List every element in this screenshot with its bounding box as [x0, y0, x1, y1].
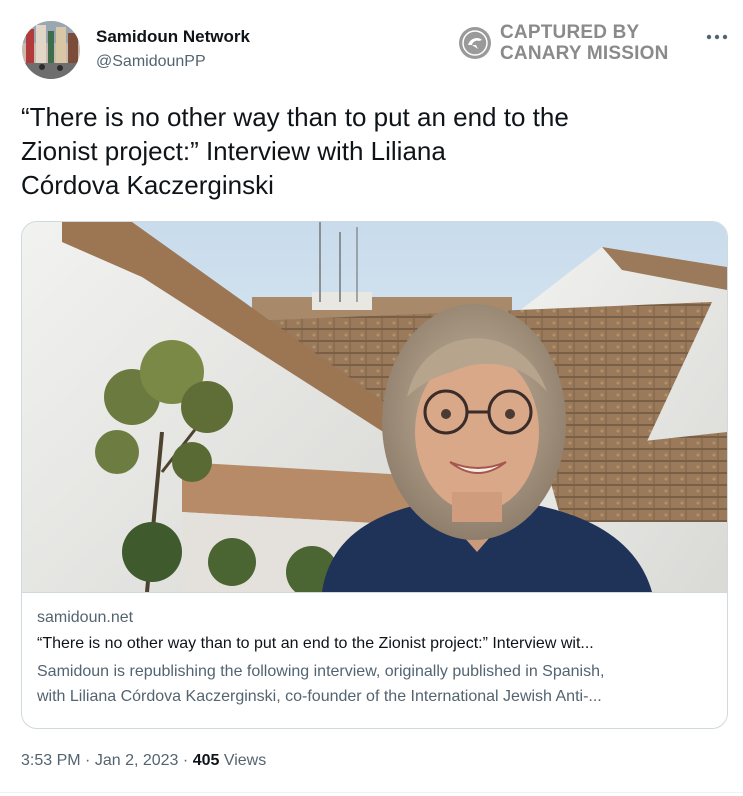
tweet-text-line: Zionist project:” Interview with Liliana — [21, 136, 446, 166]
canary-mission-watermark: CAPTURED BY CANARY MISSION — [458, 21, 673, 65]
more-options-button[interactable] — [700, 24, 734, 50]
link-preview-card[interactable]: samidoun.net “There is no other way than… — [21, 221, 728, 729]
views-label[interactable]: Views — [224, 752, 266, 769]
card-description-line: Samidoun is republishing the following i… — [37, 663, 605, 680]
tweet-text: “There is no other way than to put an en… — [21, 100, 721, 202]
meta-separator: · — [182, 752, 189, 769]
card-image[interactable] — [22, 222, 727, 592]
watermark-line1: CAPTURED BY — [500, 22, 640, 43]
avatar[interactable] — [22, 21, 80, 79]
tweet-time[interactable]: 3:53 PM — [21, 752, 81, 769]
author-name[interactable]: Samidoun Network — [96, 27, 250, 47]
avatar-image — [22, 21, 80, 79]
card-domain: samidoun.net — [37, 609, 134, 626]
divider — [0, 792, 743, 793]
tweet-date[interactable]: Jan 2, 2023 — [95, 752, 179, 769]
more-horizontal-icon — [706, 34, 728, 40]
tweet-text-line: “There is no other way than to put an en… — [21, 102, 569, 132]
card-info[interactable]: samidoun.net “There is no other way than… — [22, 592, 727, 728]
card-description-line: with Liliana Córdova Kaczerginski, co-fo… — [37, 688, 602, 705]
meta-separator: · — [85, 752, 91, 769]
watermark-text: CAPTURED BY CANARY MISSION — [500, 22, 669, 64]
canary-mission-seal-icon — [459, 27, 491, 59]
views-count[interactable]: 405 — [193, 752, 220, 769]
author-handle[interactable]: @SamidounPP — [96, 53, 206, 71]
card-title: “There is no other way than to put an en… — [37, 635, 594, 652]
tweet: Samidoun Network @SamidounPP CAPTURED BY… — [0, 0, 743, 796]
tweet-meta: 3:53 PM · Jan 2, 2023 · 405 Views — [21, 752, 266, 770]
card-description: Samidoun is republishing the following i… — [37, 659, 717, 709]
tweet-text-line: Córdova Kaczerginski — [21, 170, 274, 200]
watermark-line2: CANARY MISSION — [500, 43, 669, 64]
